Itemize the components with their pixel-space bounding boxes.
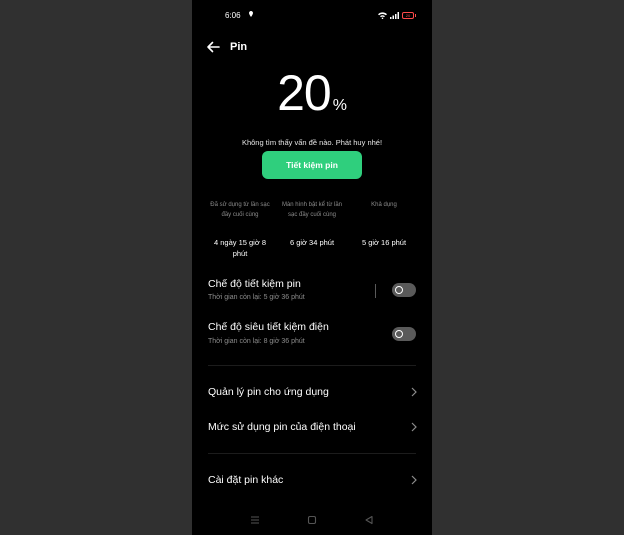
- other-battery-settings-item[interactable]: Cài đặt pin khác: [208, 472, 418, 490]
- phone-battery-usage-label: Mức sử dụng pin của điện thoại: [208, 421, 356, 433]
- stat-value-screen-on: 6 giờ 34 phút: [289, 238, 335, 247]
- stat-label-available: Khả dụng: [371, 202, 397, 208]
- battery-icon: 20: [402, 11, 416, 19]
- ultra-saver-row[interactable]: Chế độ siêu tiết kiệm điện Thời gian còn…: [208, 321, 408, 351]
- section-divider: [208, 365, 416, 366]
- status-icons: 20: [378, 11, 416, 19]
- other-battery-settings-label: Cài đặt pin khác: [208, 474, 284, 486]
- chevron-right-icon: [411, 422, 417, 432]
- stat-value-used: 4 ngày 15 giờ 8 phút: [213, 238, 267, 258]
- wifi-icon: [378, 11, 387, 19]
- back-arrow-icon[interactable]: [206, 41, 220, 53]
- signal-icon: [390, 11, 399, 19]
- stat-label-screen-on: Màn hình bật kể từ lần sạc đầy cuối cùng: [281, 202, 343, 218]
- phone-battery-usage-item[interactable]: Mức sử dụng pin của điện thoại: [208, 419, 418, 437]
- ultra-saver-title: Chế độ siêu tiết kiệm điện: [208, 321, 329, 333]
- status-time: 6:06: [225, 11, 241, 20]
- save-battery-button[interactable]: Tiết kiệm pin: [262, 151, 362, 179]
- menu-nav-icon[interactable]: [249, 514, 261, 526]
- chevron-right-icon: [411, 387, 417, 397]
- app-battery-management-label: Quản lý pin cho ứng dụng: [208, 386, 329, 398]
- battery-percent-value: 20: [277, 65, 332, 121]
- toggle-knob: [395, 286, 403, 294]
- battery-percent-sign: %: [332, 97, 347, 114]
- chevron-right-icon: [411, 475, 417, 485]
- ultra-saver-toggle[interactable]: [392, 327, 416, 341]
- ultra-saver-subtitle: Thời gian còn lại: 8 giờ 36 phút: [208, 338, 305, 345]
- stat-value-available: 5 giờ 16 phút: [361, 238, 407, 247]
- home-nav-icon[interactable]: [306, 514, 318, 526]
- stat-label-used: Đã sử dụng từ lần sạc đầy cuối cùng: [210, 202, 270, 218]
- divider-vertical: [375, 284, 376, 298]
- location-icon: [249, 11, 253, 17]
- status-message: Không tìm thấy vấn đề nào. Phát huy nhé!: [241, 138, 383, 147]
- section-divider: [208, 453, 416, 454]
- battery-saver-toggle[interactable]: [392, 283, 416, 297]
- battery-saver-subtitle: Thời gian còn lại: 5 giờ 36 phút: [208, 294, 305, 301]
- battery-saver-title: Chế độ tiết kiệm pin: [208, 278, 301, 290]
- battery-percent: 20%: [192, 64, 432, 122]
- back-nav-icon[interactable]: [363, 514, 375, 526]
- toggle-knob: [395, 330, 403, 338]
- phone-screen: 6:06 20 Pin 20% Không tìm thấy vấn đề nà…: [192, 0, 432, 535]
- app-battery-management-item[interactable]: Quản lý pin cho ứng dụng: [208, 384, 418, 402]
- page-title: Pin: [230, 41, 248, 53]
- battery-saver-row[interactable]: Chế độ tiết kiệm pin Thời gian còn lại: …: [208, 278, 408, 308]
